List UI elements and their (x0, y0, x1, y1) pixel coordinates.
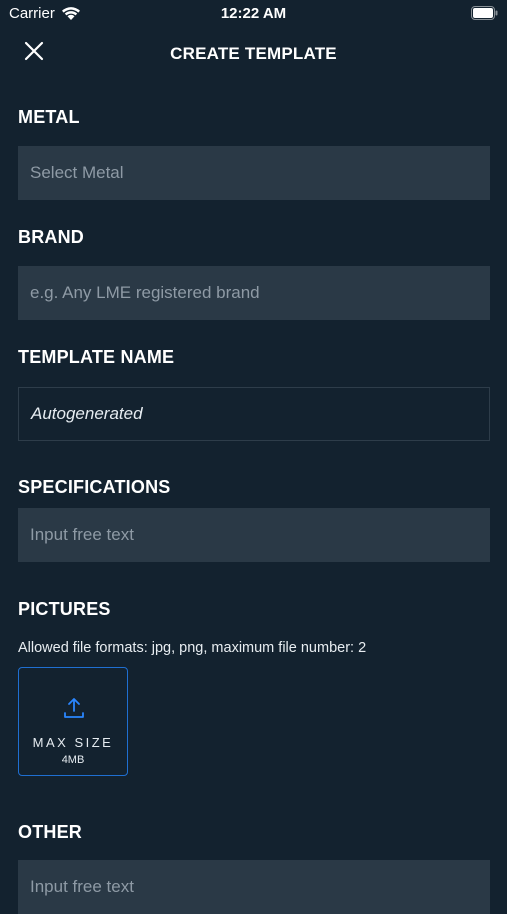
metal-placeholder: Select Metal (30, 163, 124, 182)
other-input[interactable]: Input free text (18, 860, 490, 914)
battery-icon (471, 6, 498, 20)
status-bar: Carrier 12:22 AM (0, 0, 507, 28)
brand-input[interactable]: e.g. Any LME registered brand (18, 266, 490, 320)
specifications-placeholder: Input free text (30, 525, 134, 544)
pictures-label: PICTURES (18, 599, 111, 619)
upload-title: MAX SIZE (32, 735, 114, 750)
page-title: CREATE TEMPLATE (170, 44, 337, 63)
specifications-label: SPECIFICATIONS (18, 477, 171, 497)
upload-subtitle: 4MB (61, 754, 85, 766)
brand-label: BRAND (18, 227, 84, 247)
template-name-label: TEMPLATE NAME (18, 347, 175, 367)
metal-label: METAL (18, 107, 80, 127)
brand-placeholder: e.g. Any LME registered brand (30, 283, 260, 302)
upload-picture-button[interactable]: MAX SIZE 4MB (18, 667, 128, 776)
other-placeholder: Input free text (30, 877, 134, 896)
status-time: 12:22 AM (220, 5, 287, 22)
template-name-field: Autogenerated (18, 387, 490, 441)
specifications-input[interactable]: Input free text (18, 508, 490, 562)
pictures-hint: Allowed file formats: jpg, png, maximum … (18, 640, 367, 656)
other-label: OTHER (18, 822, 82, 842)
upload-icon (64, 698, 84, 718)
nav-bar: CREATE TEMPLATE (0, 30, 507, 76)
metal-select[interactable]: Select Metal (18, 146, 490, 200)
template-name-value: Autogenerated (31, 404, 143, 423)
